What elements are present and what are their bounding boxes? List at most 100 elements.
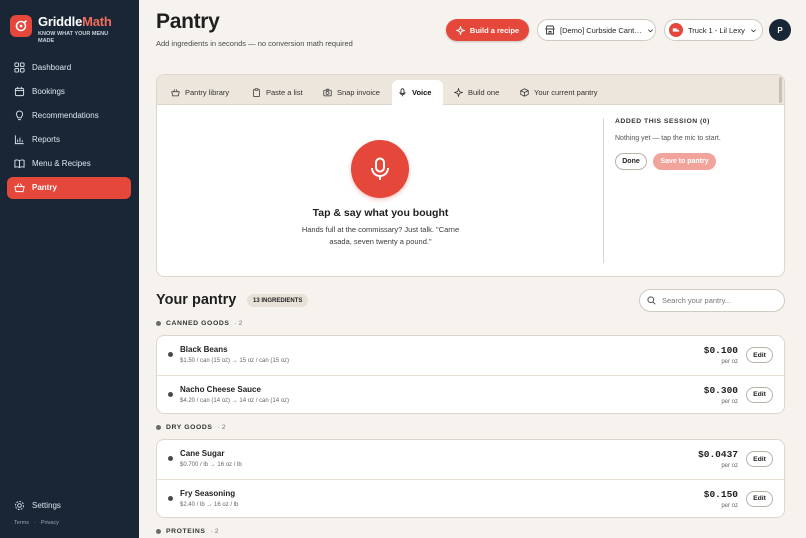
tab-snap-invoice[interactable]: Snap invoice (317, 80, 386, 105)
category-name: CANNED GOODS (166, 320, 230, 327)
row-bullet (168, 391, 173, 397)
sidebar-item-settings[interactable]: Settings (14, 500, 61, 511)
ingredient-name: Cane Sugar (180, 449, 225, 458)
store-icon (545, 25, 555, 35)
sidebar-item-label: Bookings (32, 86, 65, 96)
sidebar-item-menu-recipes[interactable]: Menu & Recipes (7, 153, 131, 175)
ingredient-price: $0.150 (703, 488, 738, 500)
tab-paste-list[interactable]: Paste a list (246, 80, 309, 105)
grid-icon (14, 61, 25, 73)
record-voice-button[interactable] (351, 140, 409, 198)
sidebar: GriddleMath KNOW WHAT YOUR MENU MADE Das… (0, 0, 139, 538)
category-dot (156, 425, 161, 430)
box-icon (520, 88, 529, 97)
done-button[interactable]: Done (615, 153, 647, 170)
privacy-link[interactable]: Privacy (41, 520, 59, 526)
brand-tagline: KNOW WHAT YOUR MENU MADE (38, 31, 109, 44)
tab-pantry-library[interactable]: Pantry library (165, 80, 235, 105)
camera-icon (323, 88, 332, 97)
sidebar-item-recommendations[interactable]: Recommendations (7, 104, 131, 126)
pantry-search-input[interactable] (662, 296, 774, 305)
sidebar-item-label: Pantry (32, 183, 57, 193)
ingredient-unit: per oz (721, 359, 738, 365)
ingredient-row[interactable]: Nacho Cheese Sauce $4.20 / can (14 oz) →… (157, 374, 784, 414)
page-title: Pantry (156, 10, 220, 33)
bar-chart-icon (14, 135, 24, 145)
settings-label: Settings (32, 501, 61, 510)
tab-label: Your current pantry (534, 88, 598, 97)
ingredient-unit: per oz (721, 463, 738, 469)
category-name: PROTEINS (166, 528, 206, 535)
sidebar-item-bookings[interactable]: Bookings (7, 80, 131, 102)
ingredient-name: Fry Seasoning (180, 488, 236, 498)
brand[interactable]: GriddleMath KNOW WHAT YOUR MENU MADE (10, 15, 118, 44)
edit-button[interactable]: Edit (746, 490, 773, 507)
lightbulb-icon (15, 110, 24, 120)
ingredient-conversion: $2.40 / lb → 16 oz / lb (180, 501, 239, 508)
pantry-title: Your pantry (156, 292, 237, 308)
category-count: · 2 (217, 424, 226, 431)
ingredient-conversion: $1.50 / can (15 oz) → 15 oz / can (15 oz… (180, 358, 290, 364)
row-bullet (168, 456, 173, 461)
sidebar-item-label: Reports (32, 135, 61, 145)
calendar-icon (14, 86, 25, 96)
session-heading: ADDED THIS SESSION (0) (615, 118, 710, 125)
capture-panel: Pantry library Paste a list Snap invoice… (156, 74, 785, 277)
voice-title: Tap & say what you bought (312, 207, 449, 219)
row-bullet (168, 352, 173, 357)
category-dot (156, 321, 161, 326)
clipboard-icon (253, 88, 260, 97)
sparkle-icon (454, 88, 463, 97)
save-to-pantry-button[interactable]: Save to pantry (653, 153, 716, 170)
chevron-down-icon (750, 28, 756, 32)
terms-link[interactable]: Terms (14, 520, 29, 526)
ingredient-price: $0.0437 (698, 449, 738, 460)
ingredient-price: $0.300 (703, 384, 738, 396)
venue-select-value: [Demo] Curbside Cantina (560, 25, 642, 35)
edit-button[interactable]: Edit (746, 386, 773, 403)
panel-divider (603, 118, 604, 263)
panel-scrollbar[interactable] (779, 77, 782, 103)
gear-icon (15, 501, 24, 510)
tab-build-one[interactable]: Build one (448, 80, 505, 105)
ingredient-row[interactable]: Cane Sugar $0.700 / lb → 16 oz / lb $0.0… (157, 440, 784, 479)
tab-current-pantry[interactable]: Your current pantry (514, 80, 604, 105)
logo-icon (10, 15, 32, 37)
mic-icon (399, 88, 406, 97)
ingredient-conversion: $0.700 / lb → 16 oz / lb (180, 462, 242, 468)
category-dot (156, 529, 161, 534)
session-empty-text: Nothing yet — tap the mic to start. (615, 135, 721, 142)
search-icon (647, 296, 656, 305)
edit-button[interactable]: Edit (746, 347, 773, 363)
ingredient-unit: per oz (721, 502, 738, 509)
sidebar-item-label: Menu & Recipes (32, 159, 91, 169)
user-avatar[interactable]: P (769, 19, 791, 41)
tab-label: Pantry library (185, 88, 230, 97)
ingredient-price: $0.100 (703, 345, 738, 356)
sidebar-item-pantry[interactable]: Pantry (7, 176, 131, 199)
pantry-search[interactable] (639, 289, 785, 312)
sparkle-icon (455, 25, 465, 35)
category-heading: PROTEINS · 2 (156, 528, 218, 535)
truck-icon (669, 23, 683, 37)
row-bullet (168, 495, 173, 501)
build-recipe-button[interactable]: Build a recipe (446, 19, 529, 41)
venue-select[interactable]: [Demo] Curbside Cantina (537, 19, 656, 41)
sidebar-item-dashboard[interactable]: Dashboard (7, 56, 131, 78)
tab-label: Voice (412, 88, 432, 97)
capture-tabs: Pantry library Paste a list Snap invoice… (157, 75, 784, 105)
ingredient-row[interactable]: Fry Seasoning $2.40 / lb → 16 oz / lb $0… (157, 478, 784, 518)
ingredient-count-badge: 13 INGREDIENTS (247, 294, 309, 307)
category-card: Cane Sugar $0.700 / lb → 16 oz / lb $0.0… (156, 439, 785, 518)
ingredient-name: Black Beans (180, 345, 228, 354)
ingredient-row[interactable]: Black Beans $1.50 / can (15 oz) → 15 oz … (157, 336, 784, 375)
book-icon (14, 159, 25, 169)
edit-button[interactable]: Edit (746, 451, 773, 467)
category-name: DRY GOODS (166, 424, 213, 431)
sidebar-item-reports[interactable]: Reports (7, 129, 131, 151)
legal-links: Terms · Privacy (14, 520, 59, 526)
truck-select[interactable]: Truck 1 - Lil Lexy (664, 19, 763, 41)
sidebar-item-label: Recommendations (32, 110, 99, 120)
tab-voice[interactable]: Voice (392, 80, 443, 105)
category-heading: DRY GOODS · 2 (156, 424, 226, 431)
